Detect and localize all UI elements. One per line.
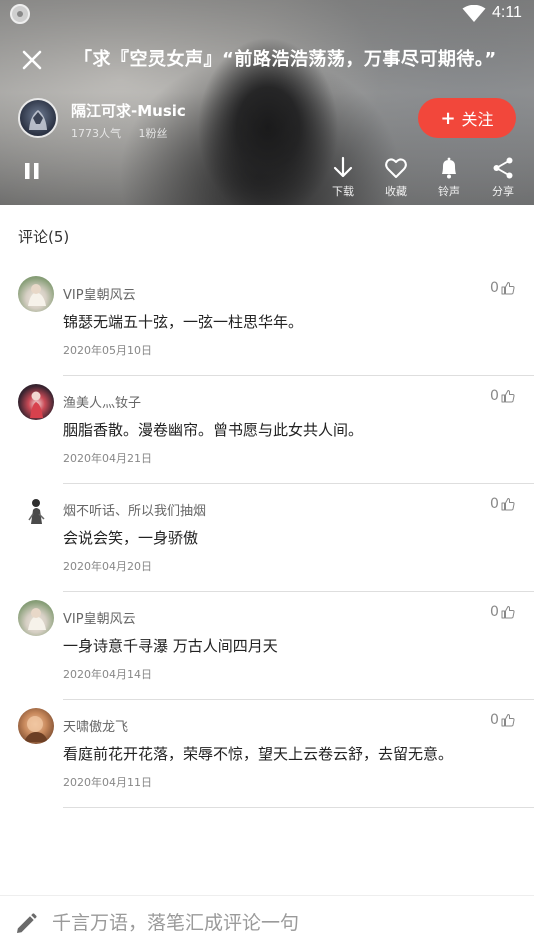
comment-avatar[interactable] (18, 708, 54, 744)
comment-avatar[interactable] (18, 492, 54, 528)
comment-avatar[interactable] (18, 276, 54, 312)
avatar-image (30, 391, 43, 418)
favorite-button[interactable]: 收藏 (373, 156, 419, 200)
thumbs-up-icon (501, 390, 515, 403)
pause-button[interactable] (22, 160, 42, 182)
ringtone-button[interactable]: 铃声 (426, 156, 472, 200)
app-notification-icon (10, 4, 30, 24)
comment-item: VIP皇朝风云 一身诗意千寻瀑 万古人间四月天 2020年04月14日 0 (0, 592, 534, 700)
artist-info: 隔江可求-Music 1773人气 1粉丝 + 关注 (0, 96, 534, 142)
like-button[interactable]: 0 (490, 494, 515, 514)
thumbs-up-icon (501, 498, 515, 511)
top-bar: 「求『空灵女声』“前路浩浩荡荡，万事尽可期待。” (0, 28, 534, 88)
follow-label: 关注 (461, 110, 494, 129)
comment-text: 一身诗意千寻瀑 万古人间四月天 (63, 637, 278, 655)
comment-username[interactable]: 渔美人灬钕子 (63, 392, 141, 411)
comment-item: 渔美人灬钕子 胭脂香散。漫卷幽帘。曾书愿与此女共人间。 2020年04月21日 … (0, 376, 534, 484)
comment-item: 烟不听话、所以我们抽烟 会说会笑，一身骄傲 2020年04月20日 0 (0, 484, 534, 592)
comment-username[interactable]: VIP皇朝风云 (63, 608, 136, 627)
follow-plus-icon: + (440, 107, 456, 129)
avatar-image (28, 499, 45, 524)
status-bar: 4:11 (0, 0, 534, 28)
comment-input[interactable] (52, 906, 512, 940)
comments-header: 评论(5) (18, 228, 70, 246)
artist-fans: 1粉丝 (138, 127, 168, 140)
share-label: 分享 (492, 185, 514, 198)
artist-name[interactable]: 隔江可求-Music (71, 100, 186, 121)
avatar-image (24, 716, 48, 742)
comment-item: VIP皇朝风云 锦瑟无端五十弦，一弦一柱思华年。 2020年05月10日 0 (0, 268, 534, 376)
comment-input-bar (0, 895, 534, 949)
artist-stats: 1773人气 1粉丝 (71, 125, 182, 141)
like-count: 0 (490, 712, 499, 728)
comment-avatar[interactable] (18, 600, 54, 636)
comment-date: 2020年04月11日 (63, 776, 152, 789)
heart-icon (385, 158, 407, 178)
player-controls: 下载 收藏 铃声 分享 (0, 152, 534, 202)
avatar-image (28, 284, 46, 306)
status-time: 4:11 (492, 4, 522, 21)
comment-username[interactable]: 烟不听话、所以我们抽烟 (63, 500, 206, 519)
comment-item: 天啸傲龙飞 看庭前花开花落，荣辱不惊，望天上云卷云舒，去留无意。 2020年04… (0, 700, 534, 808)
download-button[interactable]: 下载 (320, 156, 366, 200)
thumbs-up-icon (501, 714, 515, 727)
download-label: 下载 (332, 185, 354, 198)
thumbs-up-icon (501, 282, 515, 295)
share-icon (493, 157, 513, 179)
comment-divider (63, 807, 534, 808)
thumbs-up-icon (501, 606, 515, 619)
pause-icon (25, 163, 39, 179)
like-count: 0 (490, 388, 499, 404)
comment-date: 2020年04月20日 (63, 560, 152, 573)
comment-date: 2020年05月10日 (63, 344, 152, 357)
favorite-label: 收藏 (385, 185, 407, 198)
like-count: 0 (490, 496, 499, 512)
comment-username[interactable]: VIP皇朝风云 (63, 284, 136, 303)
close-icon (22, 50, 42, 70)
artist-avatar-image (29, 110, 47, 130)
comment-text: 看庭前花开花落，荣辱不惊，望天上云卷云舒，去留无意。 (63, 745, 454, 763)
share-button[interactable]: 分享 (480, 156, 526, 200)
like-count: 0 (490, 604, 499, 620)
song-title: 「求『空灵女声』“前路浩浩荡荡，万事尽可期待。” (74, 49, 497, 70)
comments-section: 评论(5) VIP皇朝风云 锦瑟无端五十弦，一弦一柱思华年。 2020年05月1… (0, 205, 534, 895)
comment-date: 2020年04月21日 (63, 452, 152, 465)
like-button[interactable]: 0 (490, 278, 515, 298)
avatar-image (28, 608, 46, 630)
artist-avatar[interactable] (18, 98, 58, 138)
comment-date: 2020年04月14日 (63, 668, 152, 681)
bell-icon (442, 157, 456, 179)
comment-username[interactable]: 天啸傲龙飞 (63, 716, 128, 735)
download-icon (333, 156, 353, 178)
like-button[interactable]: 0 (490, 386, 515, 406)
like-button[interactable]: 0 (490, 602, 515, 622)
follow-button[interactable]: + 关注 (418, 98, 516, 138)
close-button[interactable] (16, 44, 48, 76)
comment-text: 锦瑟无端五十弦，一弦一柱思华年。 (63, 313, 304, 331)
comment-text: 会说会笑，一身骄傲 (63, 529, 199, 547)
comment-avatar[interactable] (18, 384, 54, 420)
like-count: 0 (490, 280, 499, 296)
ringtone-label: 铃声 (438, 185, 460, 198)
wifi-icon (462, 5, 486, 22)
like-button[interactable]: 0 (490, 710, 515, 730)
comment-text: 胭脂香散。漫卷幽帘。曾书愿与此女共人间。 (63, 421, 364, 439)
pencil-icon (17, 913, 37, 933)
artist-popularity: 1773人气 (71, 127, 121, 140)
